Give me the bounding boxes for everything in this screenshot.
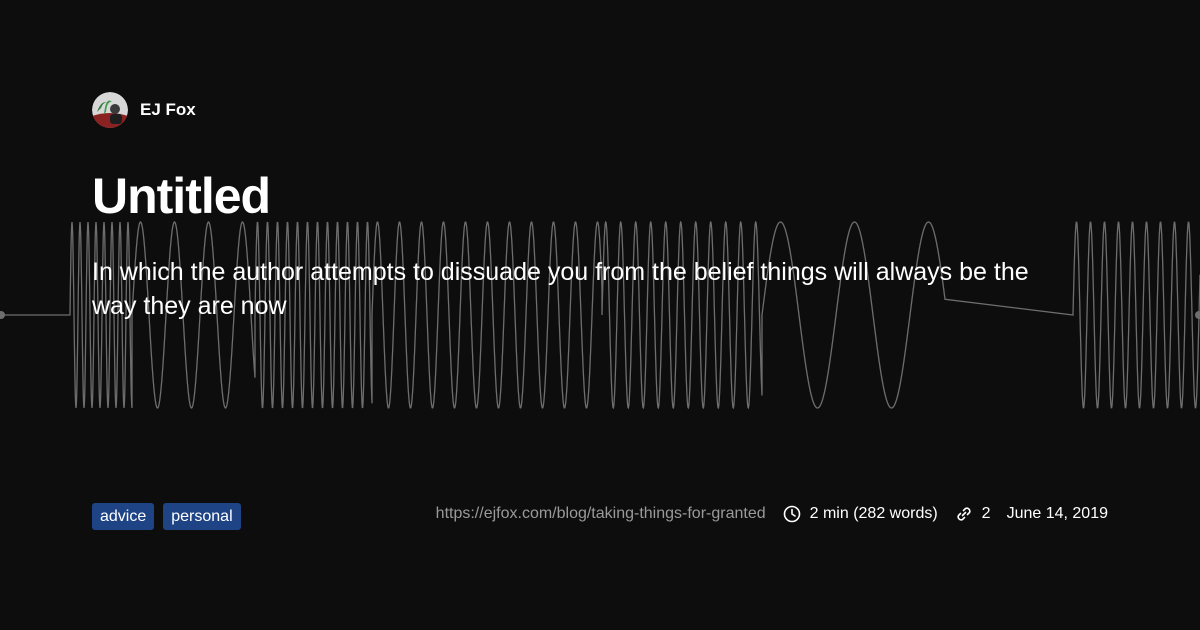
clock-icon [783,505,800,523]
avatar[interactable] [92,92,128,128]
tag-advice[interactable]: advice [92,503,155,530]
post-url[interactable]: https://ejfox.com/blog/taking-things-for… [436,505,766,523]
post-meta: https://ejfox.com/blog/taking-things-for… [436,502,1108,526]
link-icon [957,507,971,521]
author-name[interactable]: EJ Fox [140,100,196,120]
waveform-start-dot [0,311,5,319]
reading-time: 2 min (282 words) [809,505,938,522]
post-description: In which the author attempts to dissuade… [92,258,1029,320]
author-byline: EJ Fox [92,92,196,128]
tag-list: advice personal [92,503,241,530]
publish-date: June 14, 2019 [1006,505,1108,522]
waveform-end-dot [1195,311,1200,319]
page-title: Untitled [92,168,271,224]
tag-personal[interactable]: personal [163,503,241,530]
link-count: 2 [981,505,991,522]
social-share-card: EJ Fox Untitled In which the author atte… [0,0,1200,630]
